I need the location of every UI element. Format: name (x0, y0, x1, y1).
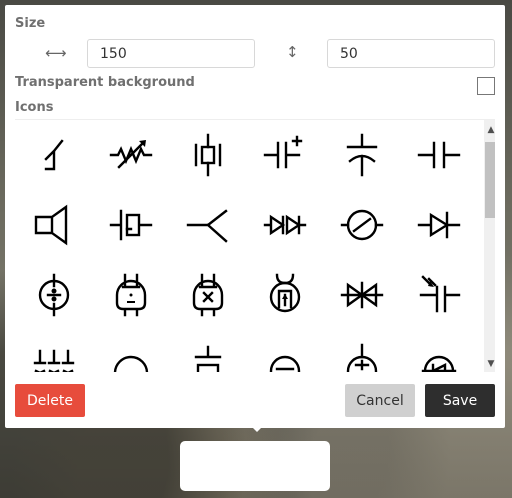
variable-capacitor-icon[interactable] (323, 120, 400, 190)
vertical-resize-icon: ↕ (286, 43, 299, 61)
crystal-oscillator-icon[interactable] (169, 120, 246, 190)
diode-icon[interactable] (400, 190, 477, 260)
photo-capacitor-icon[interactable] (400, 260, 477, 330)
vacuum-tube-triode-icon[interactable] (15, 260, 92, 330)
vacuum-tube-heated-icon[interactable] (92, 260, 169, 330)
diac-icon[interactable] (323, 260, 400, 330)
polarized-capacitor-icon[interactable] (246, 120, 323, 190)
plate-capacitor-icon[interactable] (169, 330, 246, 372)
width-input[interactable] (87, 39, 255, 68)
led-diode-circle-icon[interactable] (400, 330, 477, 372)
icon-scrollbar[interactable]: ▲ ▼ (484, 120, 495, 372)
arc-icon[interactable] (92, 330, 169, 372)
save-button[interactable]: Save (425, 384, 495, 417)
icons-label: Icons (15, 100, 54, 115)
icon-grid (15, 120, 477, 372)
transparent-background-label: Transparent background (15, 75, 195, 90)
transparent-background-checkbox[interactable] (477, 77, 495, 95)
minus-circle-icon[interactable] (246, 330, 323, 372)
icon-panel: ▲ ▼ (15, 119, 495, 372)
dialog-pointer (248, 423, 266, 432)
bidirectional-diode-icon[interactable] (246, 190, 323, 260)
scroll-up-icon[interactable]: ▲ (484, 122, 495, 138)
thermal-switch-icon[interactable] (15, 120, 92, 190)
variable-resistor-icon[interactable] (92, 120, 169, 190)
piezo-crystal-icon[interactable] (92, 190, 169, 260)
scroll-down-icon[interactable]: ▼ (484, 356, 495, 372)
plus-circle-icon[interactable] (323, 330, 400, 372)
icon-editor-dialog: Size ⟷ ↕ Transparent background Icons (5, 5, 505, 428)
capacitor-icon[interactable] (400, 120, 477, 190)
multi-ground-icon[interactable] (15, 330, 92, 372)
lamp-icon[interactable] (323, 190, 400, 260)
delete-button[interactable]: Delete (15, 384, 85, 417)
horizontal-resize-icon: ⟷ (45, 44, 67, 62)
selected-shape-preview[interactable] (180, 441, 330, 491)
vacuum-tube-cross-icon[interactable] (169, 260, 246, 330)
antenna-switch-icon[interactable] (169, 190, 246, 260)
loudspeaker-icon[interactable] (15, 190, 92, 260)
size-label: Size (15, 16, 46, 31)
scroll-thumb[interactable] (485, 142, 495, 218)
cancel-button[interactable]: Cancel (345, 384, 415, 417)
phototube-icon[interactable] (246, 260, 323, 330)
height-input[interactable] (327, 39, 495, 68)
